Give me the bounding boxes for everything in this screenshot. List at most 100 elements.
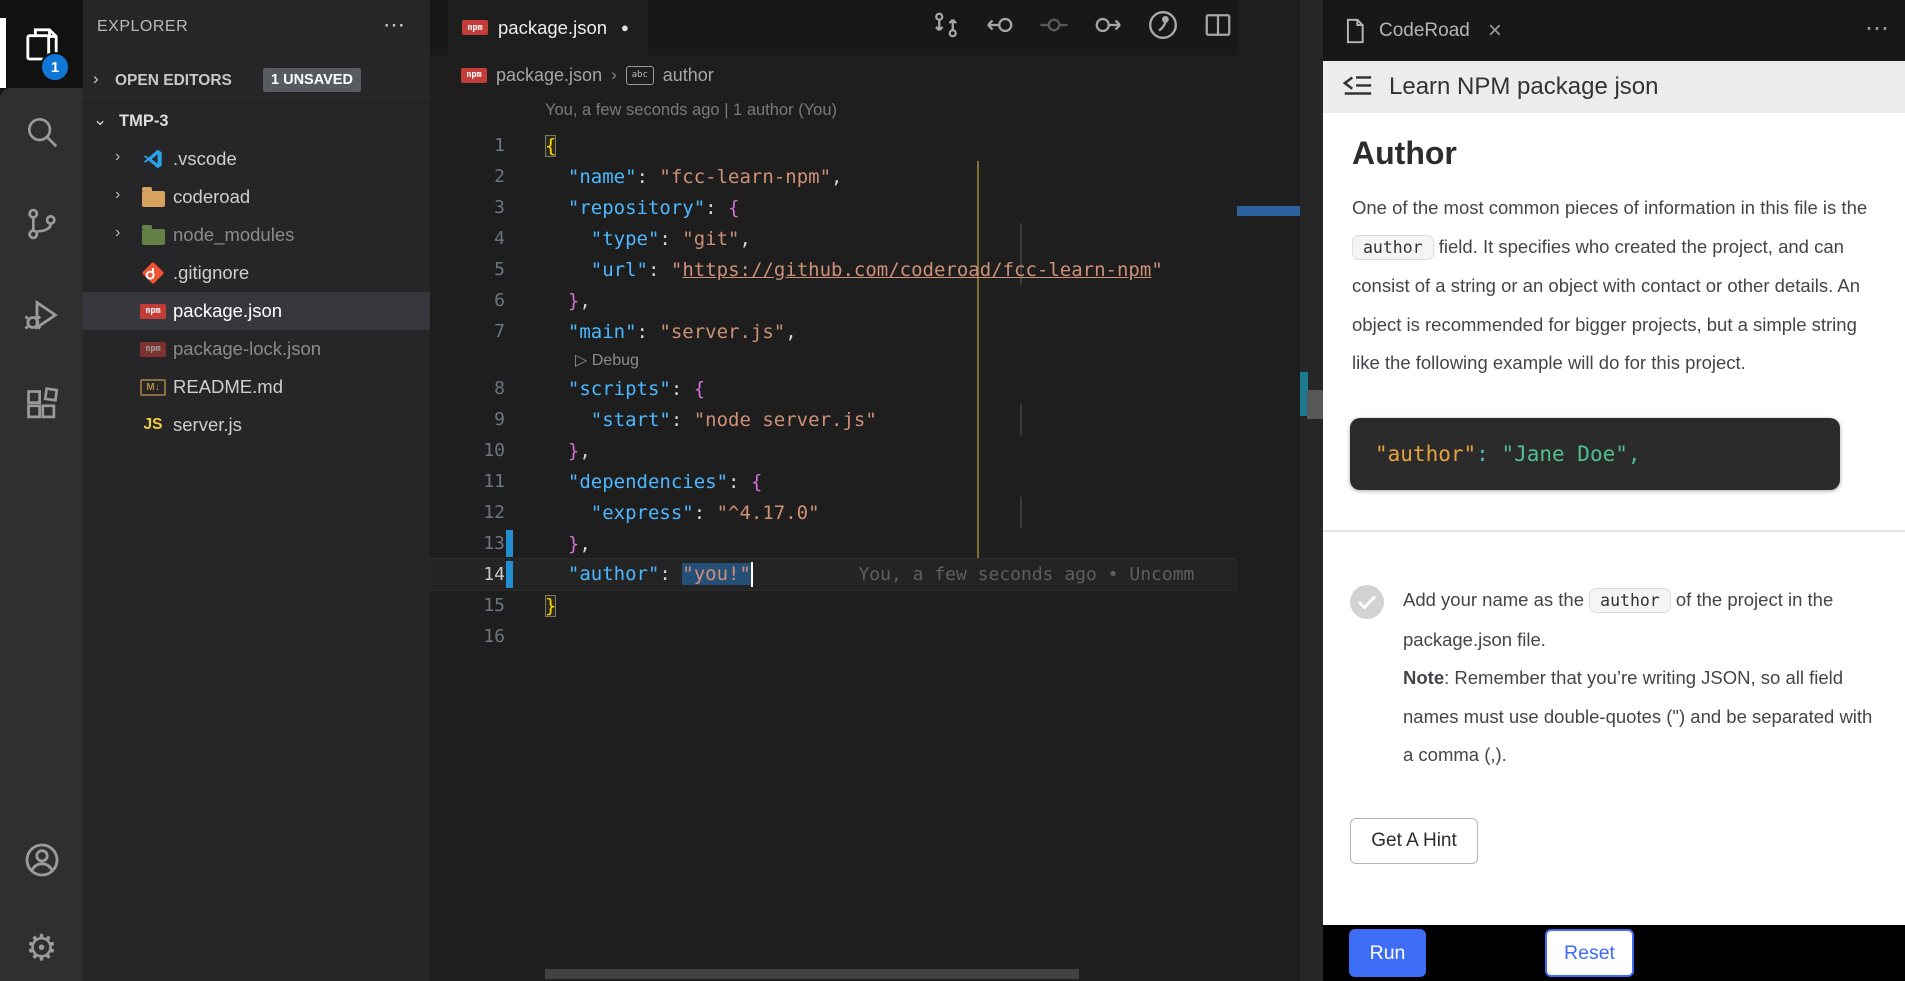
tree-item-node-modules[interactable]: › node_modules bbox=[83, 216, 430, 254]
run-button[interactable]: Run bbox=[1349, 929, 1426, 977]
tree-item-readme[interactable]: M↓ README.md bbox=[83, 368, 430, 406]
menu-fold-icon[interactable] bbox=[1341, 73, 1373, 102]
code-line[interactable]: 8 "scripts": { bbox=[430, 373, 1237, 404]
modified-gutter-marker bbox=[506, 530, 513, 557]
codelens[interactable]: ▷ Debug bbox=[430, 347, 1237, 373]
line-number: 6 bbox=[430, 290, 505, 311]
minimap[interactable] bbox=[1237, 0, 1300, 981]
account-icon[interactable] bbox=[0, 830, 83, 890]
code-line[interactable]: 10 }, bbox=[430, 435, 1237, 466]
npm-icon: npm bbox=[140, 300, 166, 322]
code-line[interactable]: 1{ bbox=[430, 130, 1237, 161]
tree-item-package-lock[interactable]: npm package-lock.json bbox=[83, 330, 430, 368]
breadcrumb: npm package.json › abc author bbox=[430, 55, 1323, 95]
file-name: package-lock.json bbox=[173, 338, 321, 360]
line-number: 4 bbox=[430, 228, 505, 249]
code-line[interactable]: 15} bbox=[430, 590, 1237, 621]
source-control-icon[interactable] bbox=[0, 194, 83, 254]
example-code-block: "author": "Jane Doe", bbox=[1350, 418, 1840, 490]
get-a-hint-button[interactable]: Get A Hint bbox=[1350, 818, 1478, 864]
code-line[interactable]: 4 "type": "git", bbox=[430, 223, 1237, 254]
workspace-root-folder[interactable]: ⌄ TMP-3 bbox=[83, 103, 430, 139]
npm-icon: npm bbox=[462, 20, 488, 35]
explorer-sidebar: EXPLORER ⋯ › OPEN EDITORS 1 UNSAVED ⌄ TM… bbox=[83, 0, 430, 981]
npm-icon: npm bbox=[140, 338, 166, 360]
code-line[interactable]: 9 "start": "node server.js" bbox=[430, 404, 1237, 435]
vscode-folder-icon bbox=[140, 148, 166, 170]
code-line[interactable]: 7 "main": "server.js", bbox=[430, 316, 1237, 347]
panel-footer: Run Reset bbox=[1323, 925, 1905, 981]
modified-dot-icon[interactable]: ● bbox=[621, 20, 629, 35]
tree-item-server-js[interactable]: JS server.js bbox=[83, 406, 430, 444]
explorer-title: EXPLORER bbox=[97, 18, 188, 36]
tree-item-vscode[interactable]: › .vscode bbox=[83, 140, 430, 178]
extensions-icon[interactable] bbox=[0, 375, 83, 435]
overview-ruler[interactable] bbox=[1300, 0, 1323, 981]
panel-more-actions-icon[interactable]: ⋯ bbox=[1865, 14, 1889, 43]
split-editor-icon[interactable] bbox=[1203, 10, 1233, 45]
next-change-icon[interactable] bbox=[1093, 10, 1123, 45]
modified-gutter-marker bbox=[506, 561, 513, 588]
code-editor[interactable]: 1{2 "name": "fcc-learn-npm",3 "repositor… bbox=[430, 130, 1237, 652]
code-line[interactable]: 6 }, bbox=[430, 285, 1237, 316]
explorer-header: EXPLORER ⋯ bbox=[83, 0, 430, 55]
tree-item-coderoad[interactable]: › coderoad bbox=[83, 178, 430, 216]
inline-blame: You, a few seconds ago • Uncomm bbox=[858, 564, 1194, 585]
line-number: 10 bbox=[430, 440, 505, 461]
code-line[interactable]: 2 "name": "fcc-learn-npm", bbox=[430, 161, 1237, 192]
code-line[interactable]: 14 "author": "you!"You, a few seconds ag… bbox=[430, 559, 1237, 590]
tree-item-package-json[interactable]: npm package.json bbox=[83, 292, 430, 330]
open-editors-section[interactable]: › OPEN EDITORS 1 UNSAVED bbox=[83, 64, 430, 100]
file-name: .vscode bbox=[173, 148, 237, 170]
panel-tab-title: CodeRoad bbox=[1379, 20, 1470, 42]
workspace-root-label: TMP-3 bbox=[119, 112, 169, 131]
line-number: 8 bbox=[430, 378, 505, 399]
tab-coderoad[interactable]: CodeRoad × bbox=[1343, 0, 1502, 61]
previous-change-icon[interactable] bbox=[985, 10, 1015, 45]
change-marker-icon[interactable] bbox=[1039, 10, 1069, 45]
line-number: 11 bbox=[430, 471, 505, 492]
npm-icon: npm bbox=[461, 68, 487, 83]
explorer-icon[interactable]: 1 bbox=[0, 14, 83, 74]
reset-button[interactable]: Reset bbox=[1545, 929, 1634, 977]
tutorial-content: Author One of the most common pieces of … bbox=[1323, 113, 1905, 925]
chevron-right-icon: › bbox=[115, 224, 120, 242]
tutorial-header: Learn NPM package json bbox=[1323, 61, 1905, 113]
timeline-icon[interactable] bbox=[1147, 9, 1179, 46]
folder-icon bbox=[140, 186, 166, 208]
git-icon bbox=[140, 262, 166, 284]
inline-code-author: author bbox=[1589, 588, 1671, 613]
tree-item-gitignore[interactable]: .gitignore bbox=[83, 254, 430, 292]
run-debug-icon[interactable] bbox=[0, 285, 83, 345]
breadcrumb-symbol[interactable]: author bbox=[663, 65, 714, 86]
code-line[interactable]: 3 "repository": { bbox=[430, 192, 1237, 223]
git-compare-icon[interactable] bbox=[931, 10, 961, 45]
file-name: coderoad bbox=[173, 186, 250, 208]
scrollbar-thumb[interactable] bbox=[1307, 390, 1323, 419]
task-check-icon bbox=[1350, 585, 1384, 619]
code-line[interactable]: 13 }, bbox=[430, 528, 1237, 559]
code-line[interactable]: 12 "express": "^4.17.0" bbox=[430, 497, 1237, 528]
tab-package-json[interactable]: npm package.json ● bbox=[448, 0, 648, 55]
code-line[interactable]: 5 "url": "https://github.com/coderoad/fc… bbox=[430, 254, 1237, 285]
tab-title: package.json bbox=[498, 17, 607, 39]
explorer-more-actions-icon[interactable]: ⋯ bbox=[383, 12, 405, 38]
node-modules-folder-icon bbox=[140, 224, 166, 246]
chevron-right-icon: › bbox=[93, 69, 99, 89]
code-line[interactable]: 11 "dependencies": { bbox=[430, 466, 1237, 497]
editor-group: npm package.json ● bbox=[430, 0, 1323, 981]
breadcrumb-file[interactable]: package.json bbox=[496, 65, 602, 86]
close-icon[interactable]: × bbox=[1488, 17, 1502, 45]
line-number: 2 bbox=[430, 166, 505, 187]
unsaved-count-badge: 1 bbox=[40, 52, 70, 82]
search-icon[interactable] bbox=[0, 102, 83, 162]
line-number: 16 bbox=[430, 626, 505, 647]
code-line[interactable]: 16 bbox=[430, 621, 1237, 652]
settings-gear-icon[interactable]: ⚙ bbox=[0, 918, 83, 978]
step-heading: Author bbox=[1352, 135, 1457, 172]
text-cursor bbox=[751, 562, 754, 587]
string-symbol-icon: abc bbox=[626, 66, 654, 85]
task-note: Note: Remember that you’re writing JSON,… bbox=[1403, 659, 1878, 775]
file-name: server.js bbox=[173, 414, 242, 436]
horizontal-scrollbar[interactable] bbox=[545, 969, 1079, 979]
